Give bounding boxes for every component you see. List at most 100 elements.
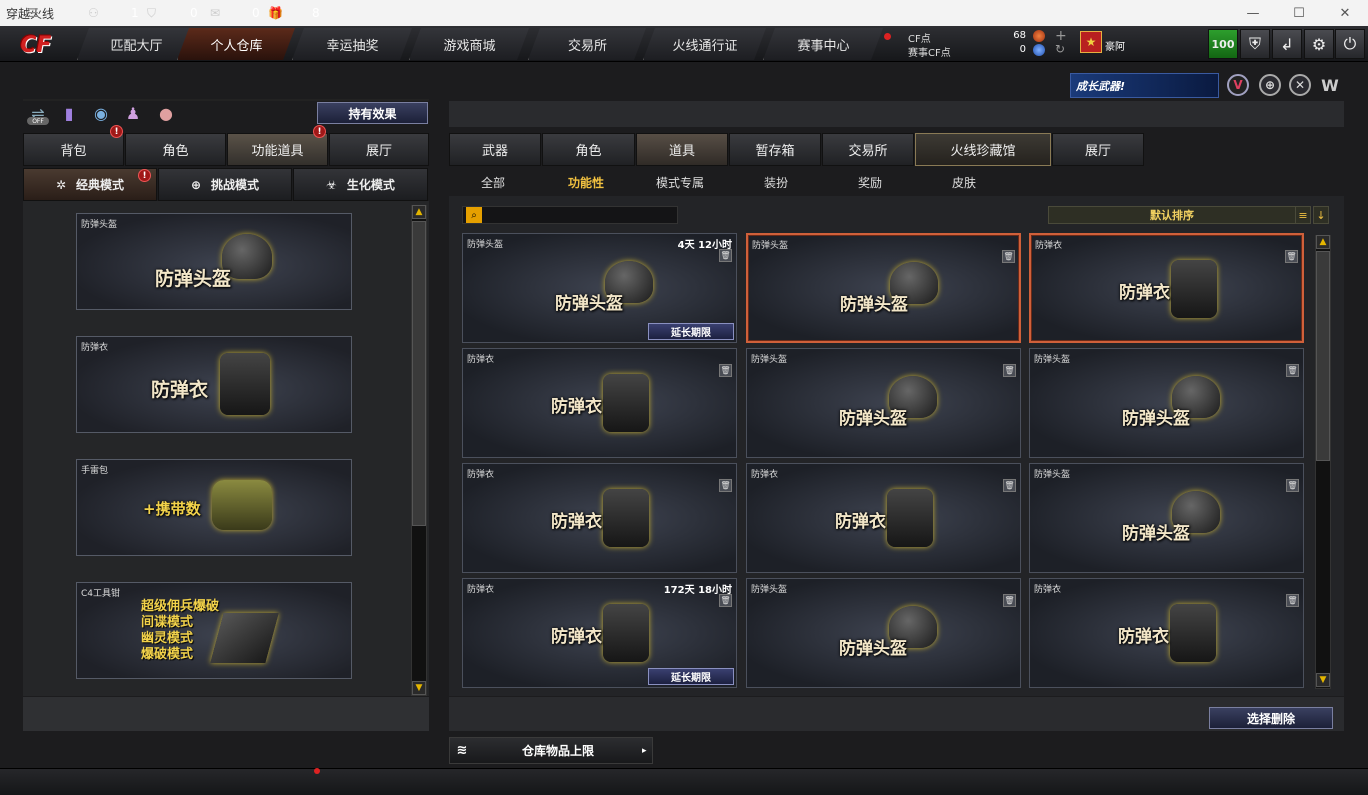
trash-icon[interactable]: 🗑: [1285, 250, 1298, 263]
right-tab[interactable]: 道具: [636, 133, 728, 166]
subtab[interactable]: 全部: [481, 174, 505, 191]
effects-button[interactable]: 持有效果: [317, 102, 428, 124]
chat-icon[interactable]: ✉: [210, 6, 220, 20]
shield-icon[interactable]: ⛨: [1240, 29, 1270, 59]
subtab[interactable]: 皮肤: [952, 174, 976, 191]
subtab[interactable]: 模式专属: [656, 174, 704, 191]
select-delete-button[interactable]: 选择删除: [1209, 707, 1333, 729]
item-card[interactable]: 防弹头盔 🗑 防弹头盔: [1029, 348, 1304, 458]
mode-challenge[interactable]: ⊕ 挑战模式: [158, 168, 292, 201]
scroll-thumb[interactable]: [1316, 251, 1330, 461]
return-icon[interactable]: ↲: [1272, 29, 1302, 59]
friends-icon[interactable]: ⚇: [88, 6, 99, 20]
extend-button[interactable]: 延长期限: [648, 668, 734, 685]
list-view-icon[interactable]: ≡: [1295, 206, 1311, 224]
gear-icon[interactable]: ⚙: [1304, 29, 1334, 59]
nav-tab[interactable]: 赛事中心: [763, 28, 883, 60]
close-window-button[interactable]: ✕: [1322, 0, 1368, 26]
subtab[interactable]: 奖励: [858, 174, 882, 191]
trash-icon[interactable]: 🗑: [1003, 364, 1016, 377]
right-tab[interactable]: 交易所: [822, 133, 914, 166]
nav-tab[interactable]: 匹配大厅: [77, 28, 195, 60]
right-tab[interactable]: 展厅: [1052, 133, 1144, 166]
item-card[interactable]: 防弹头盔 4天 12小时 🗑 防弹头盔 延长期限: [462, 233, 737, 343]
trash-icon[interactable]: 🗑: [719, 364, 732, 377]
subtab[interactable]: 功能性: [568, 174, 604, 191]
subtab[interactable]: 装扮: [764, 174, 788, 191]
refresh-icon[interactable]: ↻: [1055, 42, 1065, 56]
growth-weapon-banner[interactable]: 成长武器!: [1070, 73, 1219, 98]
item-card[interactable]: 防弹头盔 🗑 防弹头盔: [746, 578, 1021, 688]
trash-icon[interactable]: 🗑: [1286, 364, 1299, 377]
eye-icon[interactable]: ◉: [90, 102, 112, 124]
gift-icon[interactable]: 🎁: [268, 6, 283, 20]
scroll-down-arrow[interactable]: ▼: [1316, 673, 1330, 687]
item-card[interactable]: 防弹衣 🗑 防弹衣: [1029, 578, 1304, 688]
item-card[interactable]: 防弹衣 🗑 防弹衣: [462, 348, 737, 458]
item-card[interactable]: 防弹头盔 🗑 防弹头盔: [746, 233, 1021, 343]
list-item[interactable]: 防弹衣 防弹衣: [76, 336, 352, 433]
tab-functional-items[interactable]: 功能道具: [227, 133, 328, 166]
item-name: 防弹衣: [467, 470, 495, 480]
right-tab[interactable]: 武器: [449, 133, 541, 166]
tab-character[interactable]: 角色: [125, 133, 226, 166]
tab-showroom[interactable]: 展厅: [329, 133, 429, 166]
target-icon[interactable]: ⊕: [1259, 74, 1281, 96]
character-icon[interactable]: ♟: [122, 102, 144, 124]
list-item[interactable]: 防弹头盔 防弹头盔: [76, 213, 352, 310]
list-item[interactable]: 手雷包 +携带数: [76, 459, 352, 556]
rank-emblem-icon[interactable]: ★: [1080, 31, 1102, 53]
item-card[interactable]: 防弹衣 172天 18小时 🗑 防弹衣 延长期限: [462, 578, 737, 688]
item-card[interactable]: 防弹头盔 🗑 防弹头盔: [1029, 463, 1304, 573]
wings-icon[interactable]: W: [1319, 74, 1341, 96]
mode-classic[interactable]: ✲ 经典模式: [23, 168, 157, 201]
nav-tab[interactable]: 幸运抽奖: [292, 28, 412, 60]
right-tab[interactable]: 角色: [542, 133, 635, 166]
item-card[interactable]: 防弹衣 🗑 防弹衣: [1029, 233, 1304, 343]
tools-icon[interactable]: ✕: [1289, 74, 1311, 96]
list-item[interactable]: C4工具钳 超级佣兵爆破 间谍模式 幽灵模式 爆破模式: [76, 582, 352, 679]
inventory-limit[interactable]: ≋ 仓库物品上限 ▸: [449, 737, 653, 764]
scroll-up-arrow[interactable]: ▲: [1316, 235, 1330, 249]
mode-zombie[interactable]: ☣ 生化模式: [293, 168, 428, 201]
right-tab[interactable]: 暂存箱: [729, 133, 821, 166]
grenade-icon[interactable]: ●: [155, 102, 177, 124]
nav-tab[interactable]: 游戏商城: [409, 28, 529, 60]
item-card[interactable]: 防弹头盔 🗑 防弹头盔: [746, 348, 1021, 458]
trash-icon[interactable]: 🗑: [1003, 594, 1016, 607]
trash-icon[interactable]: 🗑: [719, 249, 732, 262]
sort-desc-icon[interactable]: ↓: [1313, 206, 1329, 224]
nav-tab[interactable]: 火线通行证: [643, 28, 766, 60]
shield-icon[interactable]: ⛉: [147, 6, 156, 21]
trash-icon[interactable]: 🗑: [1002, 250, 1015, 263]
left-bottom-bar: [23, 697, 429, 731]
scroll-up-arrow[interactable]: ▲: [412, 205, 426, 219]
scroll-down-arrow[interactable]: ▼: [412, 681, 426, 695]
nav-tab[interactable]: 个人仓库: [177, 28, 295, 60]
trash-icon[interactable]: 🗑: [719, 594, 732, 607]
power-icon[interactable]: ⏻: [1335, 29, 1365, 59]
extend-button[interactable]: 延长期限: [648, 323, 734, 340]
maximize-button[interactable]: ☐: [1276, 0, 1322, 26]
vest-icon: [603, 374, 649, 432]
item-card[interactable]: 防弹衣 🗑 防弹衣: [462, 463, 737, 573]
search-input[interactable]: ⌕: [462, 206, 678, 224]
level-badge[interactable]: 100: [1208, 29, 1238, 59]
scroll-thumb[interactable]: [412, 221, 426, 526]
tab-backpack[interactable]: 背包: [23, 133, 124, 166]
chart-icon[interactable]: ▮: [58, 102, 80, 124]
menu-icon[interactable]: ☰: [28, 6, 39, 20]
sort-dropdown[interactable]: 默认排序: [1048, 206, 1296, 224]
right-tab[interactable]: 火线珍藏馆: [915, 133, 1051, 166]
trash-icon[interactable]: 🗑: [1286, 479, 1299, 492]
item-name: 防弹头盔: [81, 220, 118, 230]
trash-icon[interactable]: 🗑: [719, 479, 732, 492]
trash-icon[interactable]: 🗑: [1003, 479, 1016, 492]
item-card[interactable]: 防弹衣 🗑 防弹衣: [746, 463, 1021, 573]
minimize-button[interactable]: —: [1230, 0, 1276, 26]
emblem-icon[interactable]: V: [1227, 74, 1249, 96]
mode-line: 超级佣兵爆破: [141, 599, 220, 614]
nav-tab[interactable]: 交易所: [528, 28, 646, 60]
divider: [23, 99, 429, 101]
trash-icon[interactable]: 🗑: [1286, 594, 1299, 607]
